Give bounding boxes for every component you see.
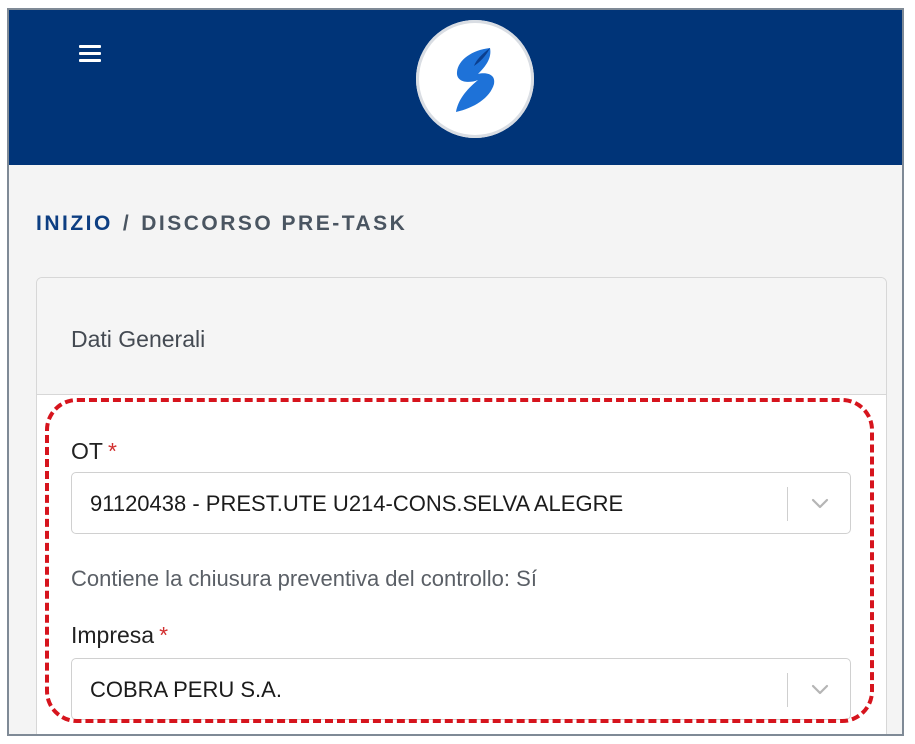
top-bar [9,10,902,165]
hamburger-menu-icon[interactable] [77,41,103,67]
breadcrumb-home-link[interactable]: INIZIO [36,212,113,235]
breadcrumb: INIZIO / DISCORSO PRE-TASK [36,212,407,236]
ot-select-value: 91120438 - PREST.UTE U214-CONS.SELVA ALE… [90,491,624,516]
ot-select[interactable]: 91120438 - PREST.UTE U214-CONS.SELVA ALE… [71,472,851,534]
general-data-card: Dati Generali OT * 91120438 - PREST.UTE U… [36,277,887,734]
breadcrumb-current: DISCORSO PRE-TASK [141,212,408,235]
card-header: Dati Generali [37,278,886,395]
preventive-closure-info: Contiene la chiusura preventiva del cont… [71,566,537,591]
ot-required-mark: * [107,438,117,464]
impresa-required-mark: * [159,622,169,648]
logo-mark-icon [429,33,521,125]
impresa-select-value: COBRA PERU S.A. [90,677,282,702]
impresa-select[interactable]: COBRA PERU S.A. [71,658,851,720]
company-logo [416,20,534,138]
ot-label: OT * [71,438,117,465]
app-frame: INIZIO / DISCORSO PRE-TASK Dati Generali O… [7,8,904,736]
ot-select-divider [787,487,788,521]
impresa-label: Impresa * [71,622,168,649]
breadcrumb-separator: / [122,212,132,235]
chevron-down-icon[interactable] [808,493,832,513]
card-title: Dati Generali [71,326,206,352]
impresa-select-divider [787,673,788,707]
ot-label-text: OT [71,438,103,464]
chevron-down-icon[interactable] [808,679,832,699]
impresa-label-text: Impresa [71,622,155,648]
